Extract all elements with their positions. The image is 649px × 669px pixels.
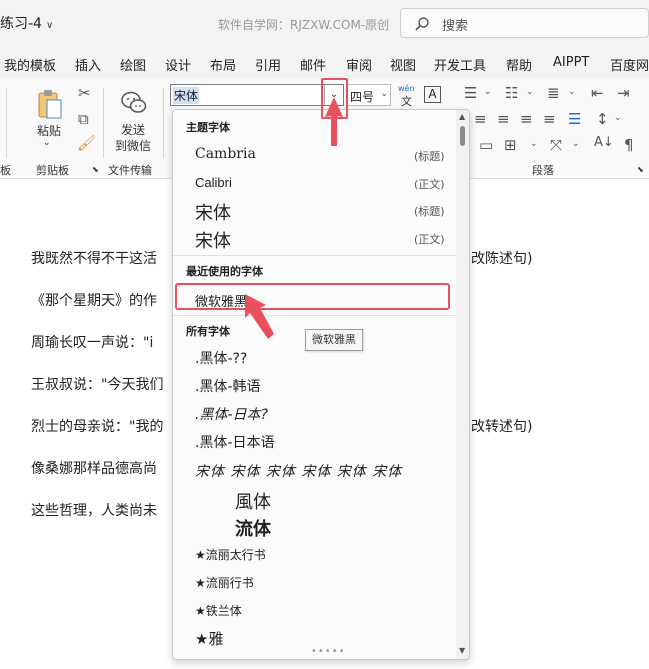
arrow-up-icon [325,97,343,146]
annotation-arrows [245,97,343,339]
arrow-pointer-icon [245,294,274,339]
